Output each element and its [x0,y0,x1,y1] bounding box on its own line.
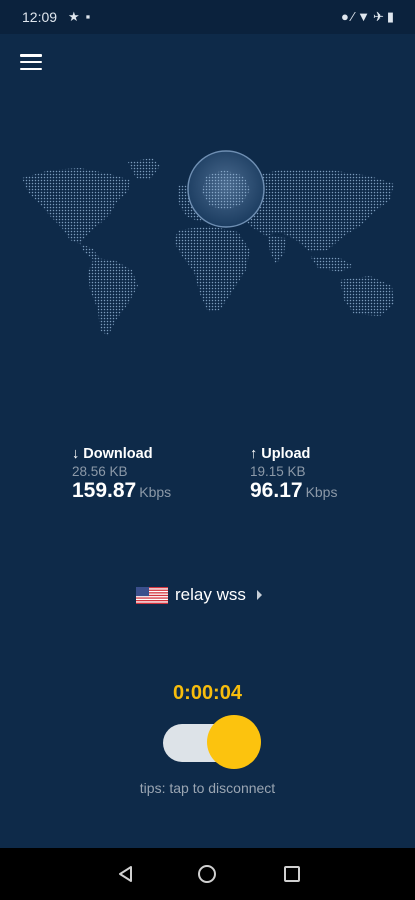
tips-text: tips: tap to disconnect [139,780,276,796]
hamburger-menu-icon [20,54,42,57]
us-flag-icon [136,586,168,604]
upload-rate-value: 96.17 [250,479,303,502]
upload-rate: 96.17 Kbps [250,479,337,503]
battery-icon: ▮ [386,9,397,24]
wifi-icon: ▼ [357,9,373,24]
upload-bytes: 19.15 KB [250,464,306,479]
star-icon: ★ [68,9,86,24]
status-right-icons: ●⁄▼✈▮ [341,9,397,25]
notification-icon: ▪ [85,9,97,24]
chevron-right-icon [256,590,262,600]
download-label: ↓ Download [72,446,153,462]
connection-timer: 0:00:04 [173,682,242,704]
home-icon[interactable] [198,865,216,883]
download-rate: 159.87 Kbps [72,479,171,503]
download-bytes: 28.56 KB [72,464,128,479]
vpn-key-icon: ● [341,9,352,24]
menu-button[interactable] [20,54,42,71]
status-bar: 12:09 ★▪ ●⁄▼✈▮ [0,0,415,34]
download-rate-value: 159.87 [72,479,137,502]
recents-icon[interactable] [284,866,300,882]
server-selector[interactable]: relay wss [136,583,262,607]
status-left-icons: ★▪ [68,9,96,25]
connect-toggle[interactable] [163,715,261,771]
upload-rate-unit: Kbps [305,484,338,500]
download-rate-unit: Kbps [139,484,172,500]
status-time: 12:09 [22,9,58,25]
download-stat: ↓ Download 28.56 KB 159.87 Kbps [72,446,171,503]
navigation-bar [0,848,415,900]
upload-stat: ↑ Upload 19.15 KB 96.17 Kbps [250,446,337,503]
airplane-icon: ✈ [372,9,387,24]
upload-label: ↑ Upload [250,446,311,462]
server-name: relay wss [175,585,246,604]
toggle-knob [207,715,261,769]
back-icon[interactable] [116,864,136,884]
world-map [22,150,394,336]
